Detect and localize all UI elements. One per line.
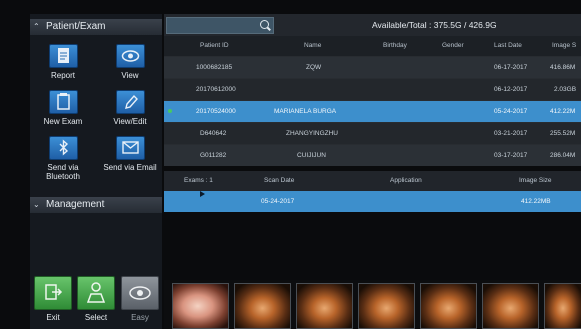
new-exam-button[interactable]: New Exam (33, 90, 93, 126)
cell-patient-id: 20170524000 (196, 108, 236, 115)
cell-last-date: 03-17-2017 (494, 152, 528, 159)
exam-table-header: Exams : 1 Scan Date Application Image Si… (164, 171, 581, 191)
cell-last-date: 06-12-2017 (494, 86, 528, 93)
col-name[interactable]: Name (304, 36, 321, 56)
report-icon (48, 44, 78, 68)
table-row-selected[interactable]: 20170524000 MARIANELA BURGA 05-24-2017 4… (164, 100, 581, 122)
eye-icon (121, 276, 159, 310)
send-bluetooth-label: Send via Bluetooth (46, 163, 80, 181)
exam-row[interactable]: 05-24-2017 412.22MB (164, 191, 581, 212)
chevron-up-icon: ⌃ (33, 22, 40, 31)
cell-name: CUIJIJUN (297, 152, 326, 159)
cell-exam-image-size: 412.22MB (521, 198, 551, 205)
easy-label: Easy (131, 313, 149, 322)
exit-label: Exit (46, 313, 60, 322)
sidebar: ⌃ Patient/Exam Report View New Exam View… (30, 14, 162, 329)
patient-exam-header[interactable]: ⌃ Patient/Exam (30, 19, 162, 35)
new-exam-icon (48, 90, 78, 114)
cell-patient-id: 20170612000 (196, 86, 236, 93)
cell-image-size: 416.86M (550, 64, 576, 71)
cell-patient-id: D640642 (200, 130, 227, 137)
thumbnail[interactable] (358, 283, 415, 329)
table-row[interactable]: 20170612000 06-12-2017 2.03GB (164, 78, 581, 100)
selected-marker (168, 109, 172, 113)
col-image-size[interactable]: Image S (552, 36, 576, 56)
select-icon (77, 276, 115, 310)
exit-button[interactable]: Exit (34, 276, 72, 322)
patient-exam-title: Patient/Exam (46, 21, 106, 32)
report-label: Report (50, 71, 75, 80)
cell-image-size: 286.04M (550, 152, 576, 159)
exit-icon (34, 276, 72, 310)
management-title: Management (46, 199, 105, 210)
table-row[interactable]: 1000682185 ZQW 06-17-2017 416.86M (164, 56, 581, 78)
eye-icon (115, 44, 145, 68)
col-last-date[interactable]: Last Date (494, 36, 522, 56)
cell-name: MARIANELA BURGA (274, 108, 337, 115)
select-label: Select (84, 313, 108, 322)
cell-last-date: 06-17-2017 (494, 64, 528, 71)
col-exam-image-size[interactable]: Image Size (519, 171, 552, 191)
col-gender[interactable]: Gender (442, 36, 464, 56)
thumbnail[interactable] (172, 283, 229, 329)
play-icon[interactable] (200, 191, 205, 197)
cell-scan-date: 05-24-2017 (261, 198, 295, 205)
thumbnail-strip (164, 280, 581, 329)
col-application[interactable]: Application (390, 171, 422, 191)
chevron-down-icon: ⌄ (33, 200, 40, 209)
table-row[interactable]: G011282 CUIJIJUN 03-17-2017 286.04M (164, 144, 581, 166)
select-button[interactable]: Select (77, 276, 115, 322)
easy-button[interactable]: Easy (121, 276, 159, 322)
exam-table: Exams : 1 Scan Date Application Image Si… (164, 171, 581, 212)
envelope-icon (115, 136, 145, 160)
col-patient-id[interactable]: Patient ID (200, 36, 229, 56)
view-edit-label: View/Edit (113, 117, 147, 126)
new-exam-label: New Exam (43, 117, 83, 126)
management-header[interactable]: ⌄ Management (30, 197, 162, 213)
thumbnail[interactable] (482, 283, 539, 329)
storage-status: Available/Total : 375.5G / 426.9G (372, 20, 497, 30)
patient-table-header: Patient ID Name Birthday Gender Last Dat… (164, 36, 581, 56)
patient-table: Patient ID Name Birthday Gender Last Dat… (164, 36, 581, 166)
cell-patient-id: G011282 (200, 152, 227, 159)
col-scan-date[interactable]: Scan Date (264, 171, 294, 191)
report-button[interactable]: Report (33, 44, 93, 80)
send-email-button[interactable]: Send via Email (100, 136, 160, 172)
view-edit-button[interactable]: View/Edit (100, 90, 160, 126)
cell-image-size: 412.22M (550, 108, 576, 115)
cell-name: ZQW (306, 64, 322, 71)
cell-name: ZHANGYINGZHU (286, 130, 338, 137)
cell-patient-id: 1000682185 (196, 64, 233, 71)
exams-count: Exams : 1 (184, 177, 213, 184)
cell-last-date: 05-24-2017 (494, 108, 528, 115)
search-icon[interactable] (260, 20, 269, 29)
bluetooth-icon (48, 136, 78, 160)
table-row[interactable]: D640642 ZHANGYINGZHU 03-21-2017 255.52M (164, 122, 581, 144)
cell-last-date: 03-21-2017 (494, 130, 528, 137)
view-label: View (121, 71, 139, 80)
view-button[interactable]: View (100, 44, 160, 80)
pencil-icon (115, 90, 145, 114)
thumbnail[interactable] (544, 283, 581, 329)
search-input[interactable] (166, 17, 274, 34)
send-email-label: Send via Email (103, 163, 157, 172)
col-birthday[interactable]: Birthday (383, 36, 407, 56)
send-bluetooth-button[interactable]: Send via Bluetooth (33, 136, 93, 181)
thumbnail[interactable] (234, 283, 291, 329)
cell-image-size: 2.03GB (554, 86, 577, 93)
cell-image-size: 255.52M (550, 130, 576, 137)
thumbnail[interactable] (420, 283, 477, 329)
thumbnail[interactable] (296, 283, 353, 329)
topbar: Available/Total : 375.5G / 426.9G (164, 14, 581, 37)
